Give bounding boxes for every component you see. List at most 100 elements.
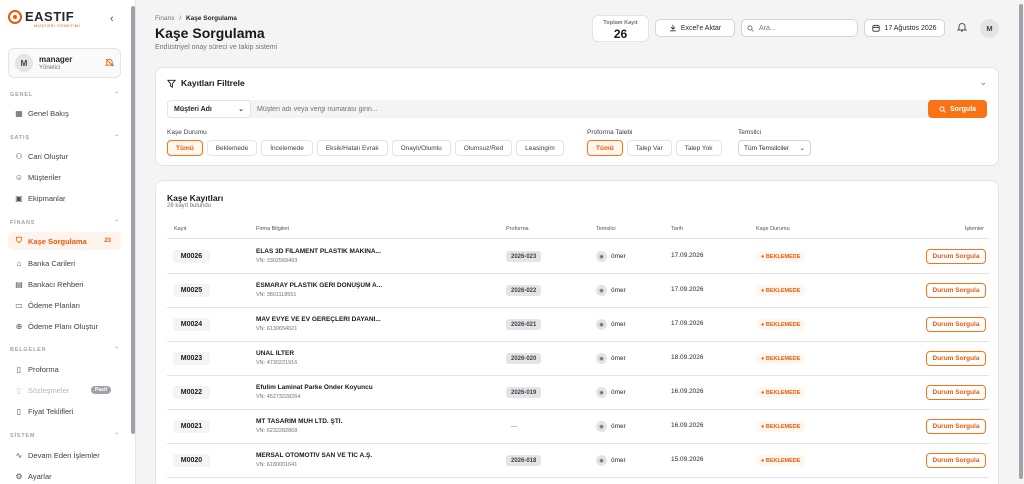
status-query-button[interactable]: Durum Sorgula (926, 283, 986, 298)
table-row[interactable]: M0026 ELAS 3D FİLAMENT PLASTİK MAKİNA... V… (167, 240, 989, 274)
user-icon: ◉ (596, 285, 607, 296)
record-date: 17.09.2026 (671, 286, 704, 293)
users-icon: ☺ (14, 172, 24, 182)
header-search-input[interactable] (759, 24, 849, 32)
breadcrumb: Finans / Kaşe Sorgulama (155, 15, 237, 22)
nav-section-belgeler[interactable]: BELGELER ⌃ (10, 347, 120, 353)
user-icon: ◉ (596, 319, 607, 330)
sidebar-scrollbar[interactable] (131, 6, 135, 434)
collapse-sidebar-icon[interactable]: ‹ (110, 13, 114, 25)
kase-chip-missing[interactable]: Eksik/Hatalı Evrak (316, 140, 388, 156)
user-card[interactable]: M manager Yönetici (8, 48, 121, 78)
sidebar-item-cari-olustur[interactable]: ⚇ Cari Oluştur (8, 147, 121, 165)
nav-section-genel[interactable]: GENEL ⌃ (10, 92, 120, 98)
export-excel-button[interactable]: Excel'e Aktar (655, 19, 735, 37)
date-picker-button[interactable]: 17 Ağustos 2026 (864, 19, 945, 37)
bell-icon[interactable] (956, 22, 968, 35)
records-count: 26 kayıt bulundu (167, 203, 212, 209)
kase-chip-leasing[interactable]: Leasingim (516, 140, 564, 156)
calendar-icon (872, 24, 881, 32)
record-id: M0026 (173, 250, 210, 263)
status-query-button[interactable]: Durum Sorgula (926, 385, 986, 400)
sidebar-item-fiyat-teklifleri[interactable]: ▯ Fiyat Teklifleri (8, 402, 121, 420)
filter-header[interactable]: Kayıtları Filtrele (167, 78, 245, 88)
table-row[interactable]: M0023 ÜNAL İLTER VN: 4730221916 2026-020 ◉ öm… (167, 342, 989, 376)
header-search[interactable] (741, 19, 858, 37)
sidebar-item-genel-bakis[interactable]: ▦ Genel Bakış (8, 104, 121, 122)
representative: ◉ ömer (596, 319, 626, 330)
nav-section-satis[interactable]: SATIŞ ⌃ (10, 135, 120, 141)
sidebar-item-musteriler[interactable]: ☺ Müşteriler (8, 168, 121, 186)
breadcrumb-current: Kaşe Sorgulama (185, 15, 237, 22)
proforma-number: — (511, 423, 517, 430)
kase-chip-reviewing[interactable]: İncelemede (261, 140, 313, 156)
document-icon: ▯ (16, 385, 22, 395)
status-badge: ● BEKLEMEDE (756, 421, 806, 432)
status-query-button[interactable]: Durum Sorgula (926, 317, 986, 332)
user-icon: ◉ (596, 455, 607, 466)
passive-tag: Pasif (91, 386, 111, 394)
sidebar-item-odeme-plani-olustur[interactable]: ⊕ Ödeme Planı Oluştur (8, 317, 121, 335)
kase-status-chips: Tümü Beklemede İncelemede Eksik/Hatalı E… (167, 140, 564, 156)
col-header-proforma: Proforma (506, 226, 529, 232)
representative: ◉ ömer (596, 455, 626, 466)
table-row[interactable]: M0025 ESMARAY PLASTİK GERİ DÖNÜŞÜM A... VN… (167, 274, 989, 308)
briefcase-icon: ▣ (15, 193, 23, 203)
status-query-button[interactable]: Durum Sorgula (926, 351, 986, 366)
user-role: Yönetici (39, 65, 61, 71)
page-scrollbar[interactable] (1018, 0, 1024, 484)
sidebar-item-odeme-planlari[interactable]: ▭ Ödeme Planları (8, 296, 121, 314)
chevron-down-icon[interactable]: ⌄ (979, 77, 987, 88)
sidebar-item-banka-carileri[interactable]: ⌂ Banka Carileri (8, 254, 121, 272)
breadcrumb-parent[interactable]: Finans (155, 15, 175, 22)
status-query-button[interactable]: Durum Sorgula (926, 249, 986, 264)
firm-name: MT TASARIM MÜH LTD. ŞTİ. (256, 418, 343, 425)
kase-chip-approved[interactable]: Onaylı/Olumlu (391, 140, 451, 156)
record-date: 16.09.2026 (671, 388, 704, 395)
breadcrumb-separator: / (179, 15, 182, 22)
representative: ◉ ömer (596, 285, 626, 296)
status-query-button[interactable]: Durum Sorgula (926, 453, 986, 468)
record-id: M0025 (173, 284, 210, 297)
record-id: M0023 (173, 352, 210, 365)
profile-avatar[interactable]: M (980, 19, 999, 38)
status-query-button[interactable]: Durum Sorgula (926, 419, 986, 434)
kase-count-badge: 23 (104, 238, 111, 244)
table-row[interactable]: M0022 Efulim Laminat Parke Önder Koyuncu V… (167, 376, 989, 410)
proforma-chip-all[interactable]: Tümü (587, 140, 623, 156)
file-icon: ▯ (16, 364, 22, 374)
kase-chip-rejected[interactable]: Olumsuz/Red (454, 140, 513, 156)
query-button[interactable]: Sorgula (928, 100, 987, 118)
kase-chip-all[interactable]: Tümü (167, 140, 203, 156)
sidebar-item-ayarlar[interactable]: ⚙ Ayarlar (8, 467, 121, 484)
customer-search-input[interactable] (251, 105, 928, 113)
sidebar-item-devam-eden-islemler[interactable]: ∿ Devam Eden İşlemler (8, 446, 121, 464)
proforma-chip-yes[interactable]: Talep Var (626, 140, 672, 156)
nav-section-finans[interactable]: FİNANS ⌃ (10, 220, 120, 226)
user-icon: ◉ (596, 353, 607, 364)
table-row[interactable]: M0021 MT TASARIM MÜH LTD. ŞTİ. VN: 6232282… (167, 410, 989, 444)
chevron-down-icon: ⌄ (238, 106, 244, 113)
record-date: 17.09.2026 (671, 252, 704, 259)
user-icon: ◉ (596, 251, 607, 262)
shield-icon: ⛉ (16, 236, 22, 245)
bank-icon: ⌂ (16, 258, 22, 268)
table-row[interactable]: M0020 MERSAL OTOMOTİV SAN VE TİC A.Ş. VN: … (167, 444, 989, 478)
sidebar-item-kase-sorgulama[interactable]: ⛉ Kaşe Sorgulama 23 (8, 232, 121, 250)
tax-number: VN: 6130654021 (256, 326, 298, 332)
notification-off-icon[interactable] (104, 58, 115, 69)
sidebar-item-ekipmanlar[interactable]: ▣ Ekipmanlar (8, 189, 121, 207)
proforma-chip-no[interactable]: Talep Yok (675, 140, 722, 156)
kase-chip-pending[interactable]: Beklemede (206, 140, 258, 156)
representative-select[interactable]: Tüm Temsilciler ⌄ (738, 140, 811, 156)
search-field-select[interactable]: Müşteri Adı ⌄ (167, 100, 251, 118)
sidebar-item-bankaci-rehberi[interactable]: ▤ Bankacı Rehberi (8, 275, 121, 293)
sidebar-item-proforma[interactable]: ▯ Proforma (8, 360, 121, 378)
nav-section-sistem[interactable]: SİSTEM ⌃ (10, 433, 120, 439)
col-header-actions: İşlemler (964, 226, 984, 232)
table-row[interactable]: M0024 MAV EVYE VE EV GEREÇLERİ DAYANI... V… (167, 308, 989, 342)
record-id: M0022 (173, 386, 210, 399)
col-header-date: Tarih (671, 226, 683, 232)
tax-number: VN: 3801118551 (256, 292, 297, 298)
col-header-record: Kayıt (174, 226, 187, 232)
